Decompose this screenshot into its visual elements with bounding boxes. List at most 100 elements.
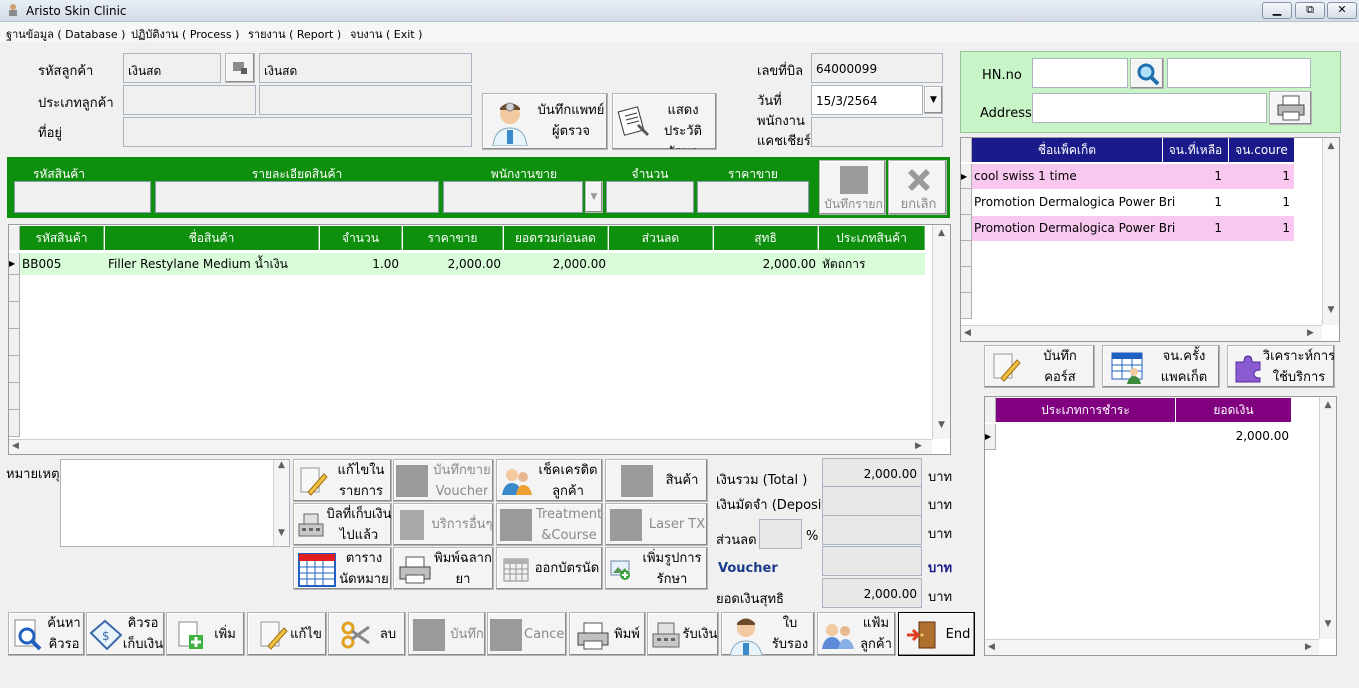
discount-field[interactable]	[822, 515, 922, 545]
deposit-field[interactable]	[822, 486, 922, 516]
date-field[interactable]: 15/3/2564	[811, 85, 923, 115]
row-selector[interactable]	[9, 329, 20, 356]
entry-code-input[interactable]	[14, 181, 151, 213]
print-button[interactable]: พิมพ์	[569, 612, 646, 656]
end-button[interactable]: End	[898, 612, 975, 656]
salesperson-dropdown-button[interactable]: ▼	[585, 181, 603, 213]
cancel-button[interactable]: Cancel	[487, 612, 567, 656]
add-button[interactable]: เพิ่ม	[166, 612, 245, 656]
restore-button[interactable]: ⧉	[1295, 2, 1325, 19]
row-selector[interactable]	[961, 267, 972, 293]
date-dropdown-button[interactable]: ▼	[924, 86, 943, 114]
voucher-field[interactable]	[822, 546, 922, 576]
row-selector[interactable]	[961, 189, 972, 215]
items-hscrollbar[interactable]: ◀ ▶	[9, 439, 932, 454]
scroll-up-icon[interactable]: ▲	[1320, 400, 1336, 410]
entry-qty-input[interactable]	[606, 181, 694, 213]
close-window-button[interactable]: ✕	[1327, 2, 1357, 19]
row-selector[interactable]	[9, 275, 20, 302]
save-course-button[interactable]: บันทึก คอร์ส	[984, 345, 1095, 388]
scroll-down-icon[interactable]: ▼	[933, 420, 950, 430]
laser-button[interactable]: Laser TX	[605, 503, 708, 546]
certificate-button[interactable]: ใบ รับรอง	[721, 612, 815, 656]
row-selector[interactable]	[961, 293, 972, 319]
menu-process[interactable]: ปฏิบัติงาน ( Process )	[131, 25, 239, 43]
scroll-left-icon[interactable]: ◀	[12, 441, 19, 451]
table-row[interactable]: Promotion Dermalogica Power Bri 1 1	[972, 190, 1294, 215]
customer-type-detail-field[interactable]	[259, 85, 472, 115]
table-row[interactable]: Promotion Dermalogica Power Bri 1 1	[972, 216, 1294, 241]
analyze-usage-button[interactable]: วิเคราะห์การ ใช้บริการ	[1227, 345, 1335, 388]
minimize-button[interactable]: ▁	[1262, 2, 1292, 19]
row-selector[interactable]	[961, 241, 972, 267]
scroll-up-icon[interactable]: ▲	[274, 460, 289, 470]
menu-exit[interactable]: จบงาน ( Exit )	[350, 25, 422, 43]
scroll-left-icon[interactable]: ◀	[964, 328, 971, 338]
address-field[interactable]	[123, 117, 472, 147]
scroll-down-icon[interactable]: ▼	[1323, 305, 1339, 315]
row-selector[interactable]: ▶	[961, 164, 972, 189]
hn-name-input[interactable]	[1167, 58, 1311, 88]
note-textarea[interactable]: ▲ ▼	[60, 459, 290, 547]
customer-type-field[interactable]	[123, 85, 256, 115]
scroll-right-icon[interactable]: ▶	[915, 441, 922, 451]
table-row[interactable]: cool swiss 1 time 1 1	[972, 164, 1294, 189]
entry-detail-input[interactable]	[155, 181, 439, 213]
queue-payment-button[interactable]: $ คิวรอ เก็บเงิน	[86, 612, 165, 656]
row-selector[interactable]: ▶	[9, 253, 20, 275]
check-credit-button[interactable]: เช็คเครดิต ลูกค้า	[496, 459, 603, 502]
delete-button[interactable]: ลบ	[328, 612, 406, 656]
bill-no-field[interactable]: 64000099	[811, 53, 943, 83]
items-vscrollbar[interactable]: ▲ ▼	[932, 225, 950, 439]
row-selector[interactable]	[9, 383, 20, 410]
edit-item-button[interactable]: แก้ไขใน รายการ	[293, 459, 392, 502]
cashier-field[interactable]	[811, 117, 943, 147]
hn-search-button[interactable]	[1130, 58, 1164, 89]
customer-name-field[interactable]: เงินสด	[259, 53, 472, 83]
scroll-right-icon[interactable]: ▶	[1305, 642, 1312, 652]
row-selector[interactable]	[9, 356, 20, 383]
scroll-left-icon[interactable]: ◀	[988, 642, 995, 652]
product-button[interactable]: สินค้า	[605, 459, 708, 502]
customer-lookup-button[interactable]	[225, 53, 255, 83]
entry-price-input[interactable]	[697, 181, 809, 213]
show-history-button[interactable]: แสดงประวัติ รักษา	[612, 93, 717, 150]
row-selector[interactable]	[961, 215, 972, 241]
package-count-button[interactable]: จน.ครั้ง แพคเก็ต	[1102, 345, 1220, 388]
search-queue-button[interactable]: ค้นหา คิวรอ	[8, 612, 85, 656]
menu-database[interactable]: ฐานข้อมูล ( Database )	[6, 25, 125, 43]
schedule-button[interactable]: ตาราง นัดหมาย	[293, 547, 392, 590]
edit-button[interactable]: แก้ไข	[247, 612, 327, 656]
treatment-course-button[interactable]: Treatment &Course	[496, 503, 603, 546]
payments-hscrollbar[interactable]: ◀ ▶	[985, 639, 1319, 655]
receive-payment-button[interactable]: รับเงิน	[647, 612, 719, 656]
other-service-button[interactable]: บริการอื่นๆ	[393, 503, 494, 546]
packages-hscrollbar[interactable]: ◀ ▶	[961, 325, 1322, 341]
scroll-down-icon[interactable]: ▼	[1320, 619, 1336, 629]
hn-address-input[interactable]	[1032, 93, 1267, 123]
print-label-button[interactable]: พิมพ์ฉลาก ยา	[393, 547, 494, 590]
customer-code-field[interactable]: เงินสด	[123, 53, 221, 83]
note-scrollbar[interactable]: ▲ ▼	[273, 460, 289, 546]
cancel-entry-button[interactable]: ยกเลิก	[888, 160, 947, 215]
row-selector[interactable]: ▶	[985, 424, 996, 450]
payments-vscrollbar[interactable]: ▲ ▼	[1319, 397, 1336, 639]
hn-input[interactable]	[1032, 58, 1128, 88]
packages-vscrollbar[interactable]: ▲ ▼	[1322, 138, 1339, 325]
save-item-button[interactable]: บันทึกรายก	[819, 160, 886, 215]
entry-salesperson-input[interactable]	[443, 181, 583, 213]
menu-report[interactable]: รายงาน ( Report )	[248, 25, 341, 43]
add-treatment-image-button[interactable]: เพิ่มรูปการ รักษา	[605, 547, 708, 590]
discount-percent-field[interactable]	[759, 519, 802, 549]
row-selector[interactable]	[9, 410, 20, 437]
scroll-down-icon[interactable]: ▼	[274, 528, 289, 538]
appointment-card-button[interactable]: ออกบัตรนัด	[496, 547, 603, 590]
hn-print-button[interactable]	[1269, 91, 1312, 125]
scroll-up-icon[interactable]: ▲	[1323, 141, 1339, 151]
save-button[interactable]: บันทึก	[408, 612, 486, 656]
scroll-right-icon[interactable]: ▶	[1307, 328, 1314, 338]
customer-file-button[interactable]: แฟ้ม ลูกค้า	[817, 612, 896, 656]
save-voucher-button[interactable]: บันทึกขาย Voucher	[393, 459, 494, 502]
scroll-up-icon[interactable]: ▲	[933, 228, 950, 238]
paid-bill-button[interactable]: บิลที่เก็บเงิน ไปแล้ว	[293, 503, 392, 546]
